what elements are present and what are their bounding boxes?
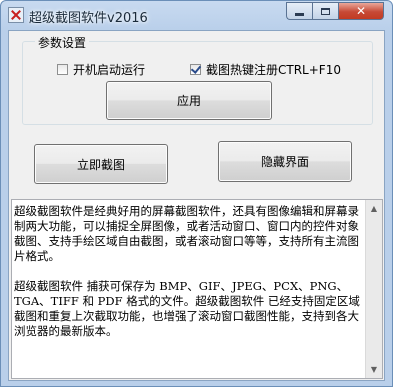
client-area: 参数设置 开机启动运行 截图热键注册CTRL+F10 应用 立即截图 隐藏界面 … (8, 30, 385, 381)
hide-interface-button-label: 隐藏界面 (260, 155, 309, 169)
checkmark-icon (190, 63, 202, 74)
vertical-scrollbar[interactable]: ▲ ▼ (365, 200, 382, 378)
hotkey-checkbox-box[interactable] (190, 63, 202, 75)
capture-now-button-label: 立即截图 (76, 157, 125, 172)
apply-button-label: 应用 (176, 94, 201, 108)
settings-group-label: 参数设置 (35, 34, 90, 51)
hide-interface-button[interactable]: 隐藏界面 (218, 141, 352, 182)
close-button[interactable]: ✕ (338, 2, 384, 20)
maximize-button[interactable] (312, 2, 338, 20)
apply-button[interactable]: 应用 (106, 81, 272, 120)
hotkey-checkbox[interactable]: 截图热键注册CTRL+F10 (190, 61, 341, 78)
settings-group: 参数设置 开机启动运行 截图热键注册CTRL+F10 应用 (22, 34, 373, 125)
scroll-up-icon[interactable]: ▲ (366, 200, 382, 217)
autostart-checkbox-box[interactable] (57, 64, 68, 75)
hotkey-checkbox-label: 截图热键注册CTRL+F10 (206, 63, 341, 77)
description-text: 超级截图软件是经典好用的屏幕截图软件，还具有图像编辑和屏幕录制两大功能，可以捕捉… (14, 204, 360, 338)
description-textbox[interactable]: 超级截图软件是经典好用的屏幕截图软件，还具有图像编辑和屏幕录制两大功能，可以捕捉… (11, 199, 383, 379)
scroll-down-icon[interactable]: ▼ (366, 361, 382, 378)
app-icon[interactable] (8, 7, 24, 23)
capture-now-button[interactable]: 立即截图 (34, 144, 168, 184)
title-bar[interactable]: 超级截图软件v2016 ✕ (1, 1, 392, 29)
maximize-icon (321, 7, 330, 15)
autostart-checkbox-label: 开机启动运行 (73, 63, 146, 77)
app-window: 超级截图软件v2016 ✕ 参数设置 开机启动运行 截图热键注册CTRL+F10… (0, 0, 393, 387)
minimize-icon (295, 12, 304, 16)
window-title: 超级截图软件v2016 (29, 11, 148, 26)
minimize-button[interactable] (286, 2, 312, 20)
close-icon: ✕ (355, 4, 367, 18)
autostart-checkbox[interactable]: 开机启动运行 (57, 61, 145, 78)
